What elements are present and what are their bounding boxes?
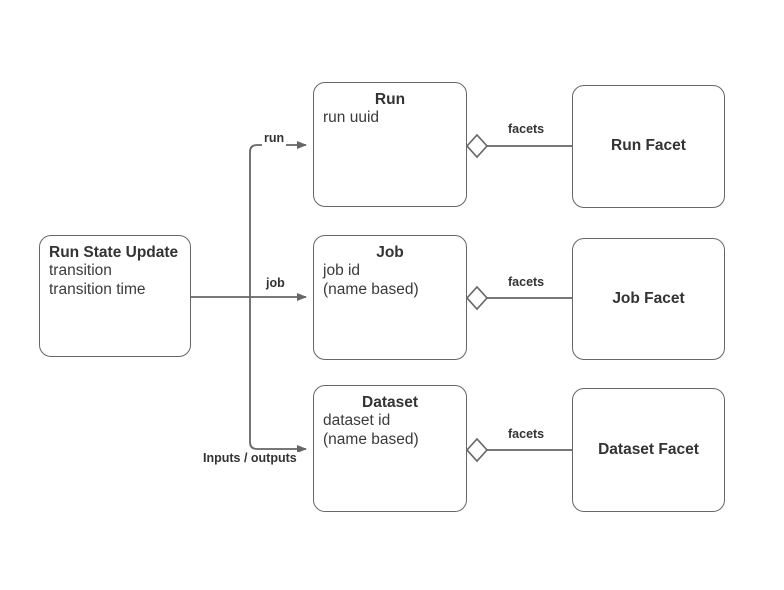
run-facet-title: Run Facet: [611, 137, 686, 155]
edge-label-job-facets: facets: [506, 275, 547, 290]
node-run-facet[interactable]: Run Facet: [572, 85, 725, 208]
edge-run: [249, 141, 307, 153]
node-dataset-facet[interactable]: Dataset Facet: [572, 388, 725, 512]
job-attr-name-based: (name based): [323, 281, 419, 299]
run-facets-diamond-icon: [465, 133, 489, 159]
dataset-facets-diamond-icon: [465, 437, 489, 463]
dataset-title: Dataset: [362, 394, 418, 411]
node-dataset[interactable]: Dataset dataset id (name based): [313, 385, 467, 512]
edge-label-run-facets: facets: [506, 122, 547, 137]
run-state-update-attr-transition-time: transition time: [49, 281, 146, 299]
job-facets-diamond-icon: [465, 285, 489, 311]
run-state-update-attr-transition: transition: [49, 262, 112, 280]
edge-label-job: job: [264, 276, 287, 291]
node-run-state-update[interactable]: Run State Update transition transition t…: [39, 235, 191, 357]
edge-dataset: [249, 441, 307, 453]
job-facet-title: Job Facet: [612, 289, 685, 307]
dataset-attr-name-based: (name based): [323, 431, 419, 449]
job-title: Job: [376, 244, 404, 261]
diagram-canvas: Run State Update transition transition t…: [0, 0, 784, 590]
node-job[interactable]: Job job id (name based): [313, 235, 467, 360]
run-attr-run-uuid: run uuid: [323, 109, 380, 127]
edge-label-dataset-facets: facets: [506, 427, 547, 442]
run-state-update-title: Run State Update: [49, 244, 179, 261]
run-title: Run: [374, 91, 406, 108]
job-attr-job-id: job id: [323, 262, 361, 280]
dataset-facet-title: Dataset Facet: [598, 440, 699, 458]
dataset-attr-dataset-id: dataset id: [323, 412, 391, 430]
edge-label-run: run: [262, 131, 287, 146]
edge-label-inputs-outputs: Inputs / outputs: [201, 451, 299, 466]
node-run[interactable]: Run run uuid: [313, 82, 467, 207]
node-job-facet[interactable]: Job Facet: [572, 238, 725, 360]
